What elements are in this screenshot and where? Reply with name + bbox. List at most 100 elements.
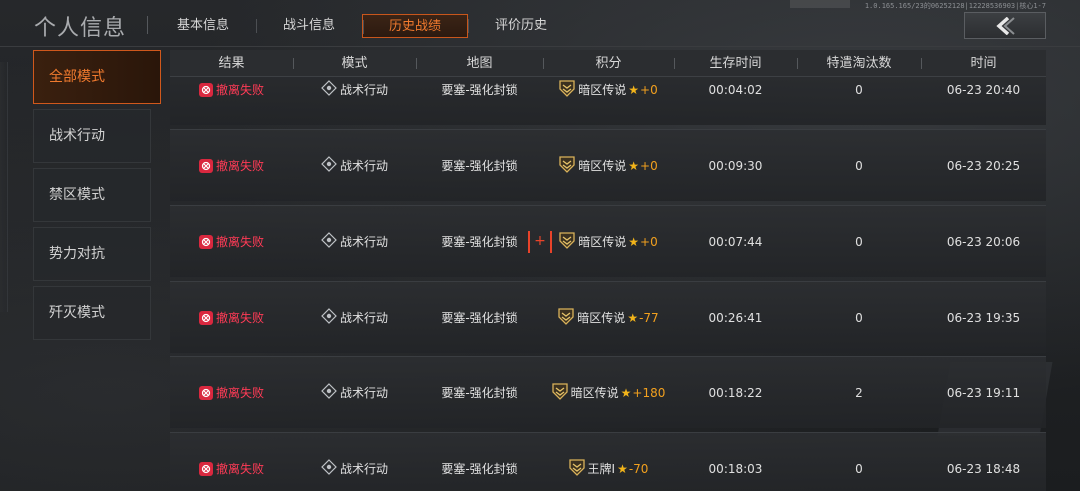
rank-badge-icon: [559, 231, 575, 252]
match-time: 06-23 19:11: [946, 385, 1021, 400]
map-cell: 要塞-强化封锁: [441, 462, 518, 476]
star-icon: ★: [628, 82, 640, 97]
mode-cell: 战术行动: [293, 383, 416, 402]
column-header: 时间: [921, 50, 1046, 76]
result-label: 撤离失败: [215, 462, 264, 476]
kill-count: 0: [855, 461, 863, 476]
mode-label: 战术行动: [339, 311, 388, 325]
back-button[interactable]: [964, 12, 1046, 39]
history-table: 结果 模式 地图 积分 生存时间 特遣淘汰数 时间 撤离失败 战术行动 要塞-强…: [170, 50, 1046, 491]
table-row[interactable]: 撤离失败 战术行动 要塞-强化封锁 王牌I ★ -70 00:18:03 0 0…: [170, 432, 1046, 491]
survival-time: 00:26:41: [708, 310, 763, 325]
result-cell: 撤离失败: [170, 157, 293, 174]
fail-icon: [198, 310, 213, 325]
column-header: 地图: [416, 50, 543, 76]
table-row[interactable]: 撤离失败 战术行动 要塞-强化封锁 暗区传说 ★ +0 00:07:44 0 0…: [170, 205, 1046, 277]
score-delta: +0: [640, 234, 658, 249]
rank-badge-icon: [559, 79, 575, 100]
tab-match-history[interactable]: 历史战绩: [362, 14, 468, 38]
fail-icon: [198, 234, 213, 249]
divider: [147, 16, 148, 34]
score-delta: -70: [628, 461, 649, 476]
score-cell: 暗区传说 ★ +0: [543, 231, 674, 252]
expand-marker-button[interactable]: +: [528, 231, 552, 253]
result-cell: 撤离失败: [170, 233, 293, 250]
table-row[interactable]: 撤离失败 战术行动 要塞-强化封锁 暗区传说 ★ +0 00:04:02 0 0…: [170, 77, 1046, 125]
rank-label: 暗区传说: [578, 159, 627, 173]
survival-time: 00:07:44: [708, 234, 763, 249]
score-delta: +0: [640, 82, 658, 97]
score-delta: -77: [639, 310, 659, 325]
match-time: 06-23 20:06: [946, 234, 1021, 249]
column-header: 特遣淘汰数: [797, 50, 921, 76]
rank-label: 暗区传说: [578, 83, 627, 97]
kill-count: 0: [855, 158, 863, 173]
sidebar-item-all-modes[interactable]: 全部模式: [33, 50, 161, 104]
page-title: 个人信息: [34, 16, 127, 41]
tab-battle-info[interactable]: 战斗信息: [256, 14, 362, 38]
rank-label: 暗区传说: [578, 235, 627, 249]
result-cell: 撤离失败: [170, 309, 293, 326]
mode-cell: 战术行动: [293, 308, 416, 327]
rank-label: 暗区传说: [577, 311, 626, 325]
rank-label: 暗区传说: [570, 386, 619, 400]
back-arrow-icon: [994, 16, 1016, 35]
column-header: 结果: [218, 56, 245, 71]
map-cell: 要塞-强化封锁: [441, 311, 518, 325]
kill-count: 0: [855, 82, 863, 97]
star-icon: ★: [620, 385, 632, 400]
mode-diamond-icon: [321, 232, 337, 251]
score-cell: 王牌I ★ -70: [543, 458, 674, 479]
fail-icon: [198, 385, 213, 400]
tab-review-history[interactable]: 评价历史: [468, 14, 574, 38]
survival-time: 00:04:02: [708, 82, 763, 97]
match-time: 06-23 19:35: [946, 310, 1021, 325]
table-body: 撤离失败 战术行动 要塞-强化封锁 暗区传说 ★ +0 00:04:02 0 0…: [170, 77, 1046, 491]
mode-diamond-icon: [321, 156, 337, 175]
build-info: 1.0.165.165/23的06252128|12228536903|核心1-…: [864, 2, 1046, 10]
table-header: 结果 模式 地图 积分 生存时间 特遣淘汰数 时间: [170, 50, 1046, 77]
result-label: 撤离失败: [215, 83, 264, 97]
rank-badge-icon: [559, 155, 575, 176]
result-label: 撤离失败: [215, 386, 264, 400]
kill-count: 2: [855, 385, 863, 400]
score-cell: 暗区传说 ★ +180: [543, 382, 674, 403]
score-delta: +0: [640, 158, 658, 173]
match-time: 06-23 20:40: [946, 82, 1021, 97]
column-header: 生存时间: [674, 50, 797, 76]
result-label: 撤离失败: [215, 311, 264, 325]
sidebar-item-faction[interactable]: 势力对抗: [33, 227, 151, 281]
star-icon: ★: [627, 310, 639, 325]
fail-icon: [198, 82, 213, 97]
column-header: 积分: [543, 50, 674, 76]
kill-count: 0: [855, 234, 863, 249]
mode-label: 战术行动: [339, 83, 388, 97]
mode-diamond-icon: [321, 459, 337, 478]
rank-badge-icon: [558, 307, 574, 328]
column-header: 模式: [293, 50, 416, 76]
table-row[interactable]: 撤离失败 战术行动 要塞-强化封锁 暗区传说 ★ +0 00:09:30 0 0…: [170, 129, 1046, 201]
kill-count: 0: [855, 310, 863, 325]
table-row[interactable]: 撤离失败 战术行动 要塞-强化封锁 暗区传说 ★ +180 00:18:22 2…: [170, 356, 1046, 428]
sidebar-item-restricted[interactable]: 禁区模式: [33, 168, 151, 222]
mode-cell: 战术行动: [293, 459, 416, 478]
table-row[interactable]: 撤离失败 战术行动 要塞-强化封锁 暗区传说 ★ -77 00:26:41 0 …: [170, 281, 1046, 353]
mode-diamond-icon: [321, 308, 337, 327]
tab-bar: 基本信息 战斗信息 历史战绩 评价历史: [150, 14, 574, 38]
map-cell: 要塞-强化封锁: [441, 83, 518, 97]
sidebar-item-tactical[interactable]: 战术行动: [33, 109, 151, 163]
tab-basic-info[interactable]: 基本信息: [150, 14, 256, 38]
survival-time: 00:18:22: [708, 385, 763, 400]
rank-badge-icon: [551, 382, 568, 403]
mode-sidebar: 全部模式 战术行动 禁区模式 势力对抗 歼灭模式: [33, 50, 161, 345]
survival-time: 00:09:30: [708, 158, 763, 173]
fail-icon: [198, 461, 213, 476]
mode-cell: 战术行动: [293, 232, 416, 251]
mode-label: 战术行动: [339, 235, 388, 249]
map-cell: 要塞-强化封锁: [441, 235, 518, 249]
result-cell: 撤离失败: [170, 81, 293, 98]
result-cell: 撤离失败: [170, 384, 293, 401]
result-cell: 撤离失败: [170, 460, 293, 477]
sidebar-item-annihilation[interactable]: 歼灭模式: [33, 286, 151, 340]
result-label: 撤离失败: [215, 159, 264, 173]
